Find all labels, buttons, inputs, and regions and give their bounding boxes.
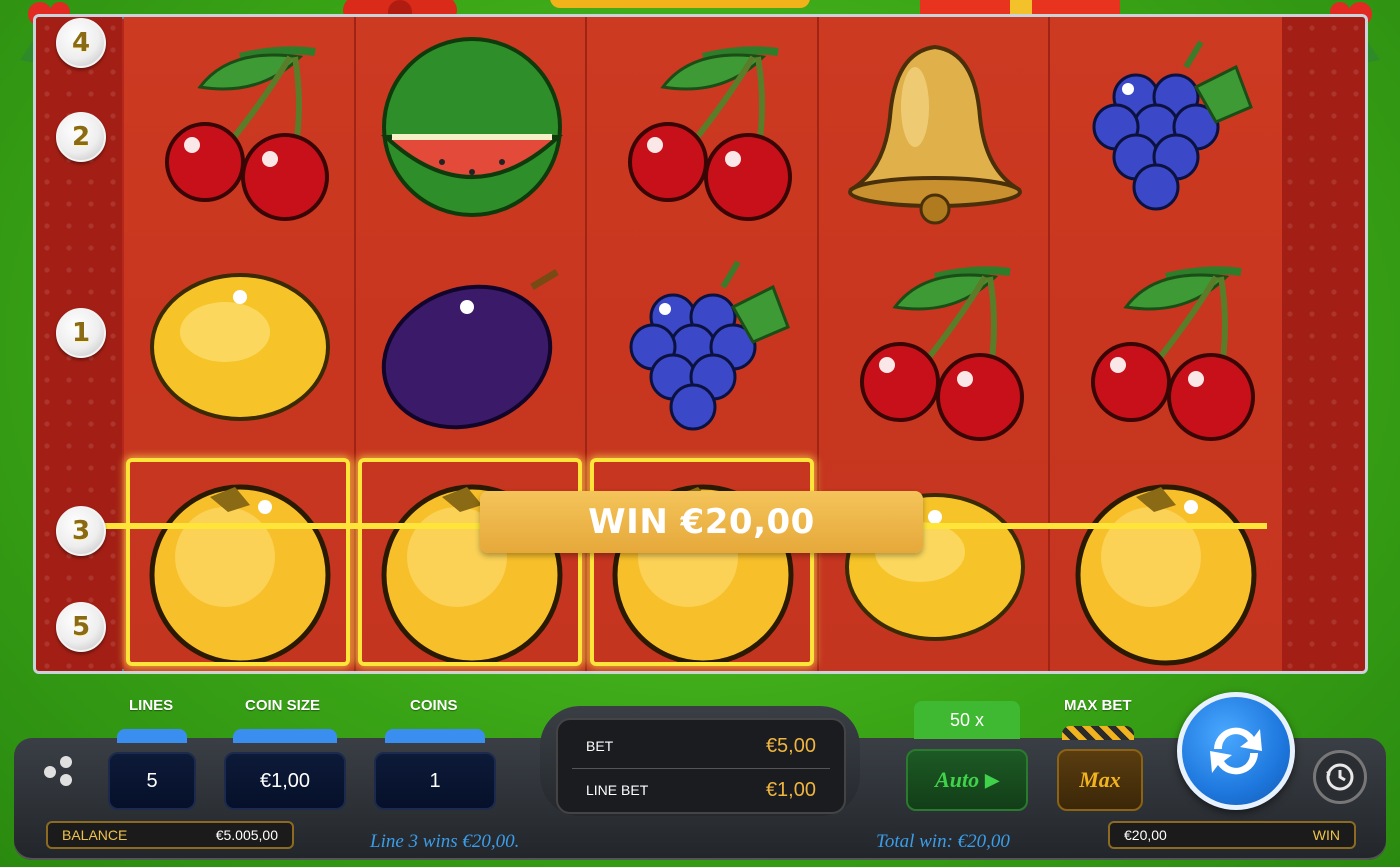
balance-label: BALANCE [62, 827, 128, 843]
bet-info-box: BET €5,00 LINE BET €1,00 [556, 718, 846, 814]
coins-selector-tab[interactable] [385, 729, 485, 743]
total-win-message: Total win: €20,00 [876, 831, 1010, 852]
cherry-icon [1050, 237, 1282, 457]
line-bet-row: LINE BET €1,00 [558, 768, 844, 812]
max-bet-button[interactable]: Max [1057, 749, 1143, 811]
grapes-icon [1050, 17, 1282, 237]
bet-label: BET [586, 738, 614, 754]
line-bet-label: LINE BET [586, 782, 649, 798]
win-highlight-reel-2 [358, 458, 582, 666]
balance-display: BALANCE €5.005,00 [46, 821, 294, 849]
spin-arrows-icon [1210, 727, 1262, 775]
play-triangle-icon: ▶ [985, 769, 999, 790]
history-clock-icon [1326, 763, 1354, 791]
cherry-icon [587, 17, 819, 237]
coin-size-label: COIN SIZE [245, 697, 321, 714]
cherry-icon [819, 237, 1051, 457]
reel-5 [1050, 17, 1282, 671]
balance-value: €5.005,00 [215, 827, 278, 843]
menu-icon[interactable] [44, 756, 76, 788]
win-value: €20,00 [1124, 827, 1167, 843]
lines-value[interactable]: 5 [108, 752, 196, 810]
cherry-icon [124, 17, 356, 237]
multiplier-badge: 50 x [914, 701, 1020, 739]
lines-label: LINES [129, 697, 174, 714]
grapes-icon [587, 237, 819, 457]
win-banner: WIN €20,00 [480, 491, 923, 553]
reel-4 [818, 17, 1051, 671]
coin-size-selector-tab[interactable] [233, 729, 337, 743]
coin-size-value[interactable]: €1,00 [224, 752, 346, 810]
lemon-icon [819, 457, 1051, 671]
max-bet-label: MAX BET [1064, 697, 1132, 714]
watermelon-icon [356, 17, 588, 237]
bet-value: €5,00 [765, 734, 816, 757]
line-badge-4[interactable]: 4 [56, 18, 106, 68]
line-badge-3[interactable]: 3 [56, 506, 106, 556]
auto-play-button[interactable]: Auto ▶ [906, 749, 1028, 811]
frame-pattern-right [1279, 17, 1365, 671]
orange-icon [1050, 457, 1282, 671]
lemon-icon [124, 237, 356, 457]
line-win-message: Line 3 wins €20,00. [370, 831, 520, 852]
max-bet-stripes [1062, 726, 1134, 740]
coins-value[interactable]: 1 [374, 752, 496, 810]
plum-icon [356, 237, 588, 457]
win-label: WIN [1312, 827, 1340, 843]
auto-label: Auto [935, 767, 980, 792]
line-bet-value: €1,00 [765, 778, 816, 801]
bet-row: BET €5,00 [558, 724, 844, 768]
coins-label: COINS [410, 697, 458, 714]
line-badge-2[interactable]: 2 [56, 112, 106, 162]
game-logo [550, 0, 810, 8]
win-highlight-reel-1 [126, 458, 350, 666]
history-button[interactable] [1313, 750, 1367, 804]
lines-selector-tab[interactable] [117, 729, 187, 743]
spin-button[interactable] [1177, 692, 1295, 810]
line-badge-1[interactable]: 1 [56, 308, 106, 358]
line-badge-5[interactable]: 5 [56, 602, 106, 652]
bell-icon [819, 17, 1051, 237]
win-display: €20,00 WIN [1108, 821, 1356, 849]
win-highlight-reel-3 [590, 458, 814, 666]
